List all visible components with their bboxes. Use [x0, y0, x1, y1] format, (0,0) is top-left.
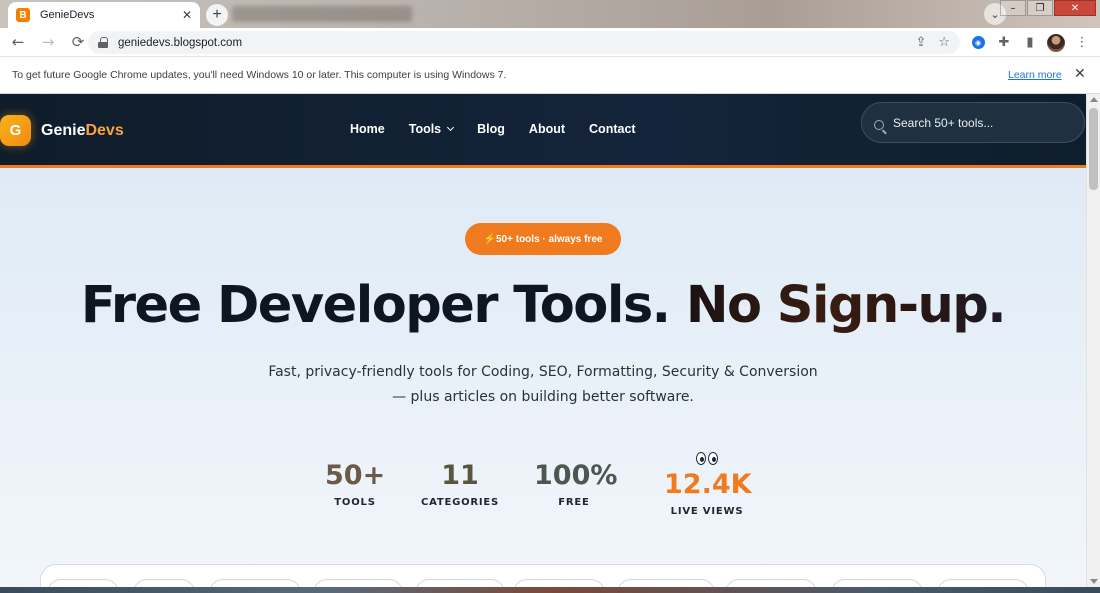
infobar-close-icon[interactable]: ✕ — [1074, 66, 1086, 82]
logo-text: GenieDevs — [41, 122, 124, 140]
new-tab-button[interactable]: + — [206, 4, 228, 26]
hero-title-part1: Free Developer Tools. — [80, 276, 671, 335]
address-bar[interactable]: geniedevs.blogspot.com ⇪ ☆ — [88, 31, 960, 54]
stat-value: 100% — [534, 460, 618, 491]
stat-value: 11 — [441, 460, 479, 491]
site-header: G GenieDevs Home Tools Blog About Contac… — [0, 94, 1086, 168]
menu-kebab-icon[interactable]: ⋮ — [1070, 31, 1094, 55]
stat-label: FREE — [558, 497, 590, 508]
profile-avatar[interactable] — [1044, 31, 1068, 55]
nav-tools-label: Tools — [408, 122, 442, 136]
hero-title: Free Developer Tools. No Sign-up. — [0, 276, 1086, 335]
hero-subtitle: Fast, privacy-friendly tools for Coding,… — [0, 360, 1086, 410]
page-viewport: G GenieDevs Home Tools Blog About Contac… — [0, 94, 1086, 587]
extension-blue-icon[interactable]: ◉ — [966, 31, 990, 55]
stat-value: 50+ — [325, 460, 386, 491]
category-chip[interactable] — [513, 579, 605, 587]
hero-subtitle-line1: Fast, privacy-friendly tools for Coding,… — [268, 364, 818, 380]
extensions-puzzle-icon[interactable]: ✚ — [992, 31, 1016, 55]
window-close-icon[interactable]: ✕ — [1054, 0, 1096, 16]
nav-blog[interactable]: Blog — [477, 122, 505, 136]
search-input[interactable] — [893, 115, 1063, 130]
extensions-area: ◉ ✚ ▮ ⋮ — [964, 30, 1094, 55]
stat-live-views: 12.4K LIVE VIEWS — [664, 452, 752, 517]
browser-tab-geniedevs[interactable]: B GenieDevs ✕ — [8, 2, 200, 28]
scroll-thumb[interactable] — [1089, 108, 1098, 190]
stat-categories: 11 CATEGORIES — [420, 460, 500, 508]
logo-mark-icon: G — [0, 115, 31, 146]
logo-text-genie: Genie — [41, 121, 86, 139]
lock-icon[interactable] — [98, 37, 108, 48]
tab-close-icon[interactable]: ✕ — [182, 8, 192, 22]
update-infobar: To get future Google Chrome updates, you… — [0, 57, 1100, 94]
category-chip[interactable] — [831, 579, 923, 587]
category-chip[interactable] — [133, 579, 195, 587]
tab-title: GenieDevs — [40, 9, 95, 21]
minimize-icon[interactable]: – — [1000, 0, 1026, 16]
nav-contact[interactable]: Contact — [589, 122, 636, 136]
browser-toolbar: ← → ⟳ geniedevs.blogspot.com ⇪ ☆ ◉ ✚ ▮ ⋮ — [0, 28, 1100, 57]
share-icon[interactable]: ⇪ — [915, 35, 926, 50]
eyes-icon — [664, 452, 750, 465]
infobar-message: To get future Google Chrome updates, you… — [12, 69, 507, 81]
scroll-down-arrow-icon[interactable] — [1090, 579, 1098, 584]
window-controls: – ❐ ✕ — [999, 0, 1096, 16]
stat-value: 12.4K — [664, 469, 752, 500]
stat-label: LIVE VIEWS — [670, 506, 744, 517]
hero-badge[interactable]: ⚡50+ tools · always free — [465, 223, 621, 255]
learn-more-link[interactable]: Learn more — [1008, 69, 1062, 81]
category-chip[interactable] — [937, 579, 1029, 587]
nav-home[interactable]: Home — [350, 122, 385, 136]
background-tab[interactable] — [232, 6, 412, 22]
search-icon — [874, 119, 884, 130]
windows-taskbar — [0, 587, 1100, 593]
side-panel-icon[interactable]: ▮ — [1018, 31, 1042, 55]
stat-label: CATEGORIES — [420, 497, 500, 508]
stat-tools: 50+ TOOLS — [325, 460, 385, 508]
category-chip[interactable] — [313, 579, 403, 587]
hero-subtitle-line2: — plus articles on building better softw… — [392, 389, 694, 405]
category-chip[interactable] — [415, 579, 505, 587]
bookmark-star-icon[interactable]: ☆ — [938, 35, 950, 50]
logo-text-devs: Devs — [85, 121, 124, 139]
site-logo[interactable]: G GenieDevs — [0, 115, 124, 146]
nav-about[interactable]: About — [529, 122, 565, 136]
scroll-up-arrow-icon[interactable] — [1090, 97, 1098, 102]
url-text[interactable]: geniedevs.blogspot.com — [118, 37, 903, 49]
nav-tools[interactable]: Tools — [408, 122, 455, 136]
reload-icon[interactable]: ⟳ — [66, 30, 90, 54]
stat-label: TOOLS — [334, 497, 376, 508]
category-chip[interactable] — [725, 579, 817, 587]
category-chip[interactable] — [209, 579, 301, 587]
blogger-favicon-icon: B — [16, 8, 30, 22]
restore-icon[interactable]: ❐ — [1027, 0, 1053, 16]
stat-free: 100% FREE — [534, 460, 618, 508]
category-chip-panel — [40, 564, 1046, 587]
main-nav: Home Tools Blog About Contact — [350, 122, 660, 136]
category-chip[interactable] — [47, 579, 119, 587]
back-arrow-icon[interactable]: ← — [6, 30, 30, 54]
chevron-down-icon — [447, 123, 455, 132]
category-chip[interactable] — [617, 579, 715, 587]
browser-tab-strip: B GenieDevs ✕ + ⌄ – ❐ ✕ — [0, 0, 1100, 28]
site-search[interactable] — [861, 102, 1085, 143]
page-scrollbar[interactable] — [1086, 94, 1100, 587]
forward-arrow-icon[interactable]: → — [36, 30, 60, 54]
hero-title-part2: No Sign-up. — [685, 276, 1007, 335]
